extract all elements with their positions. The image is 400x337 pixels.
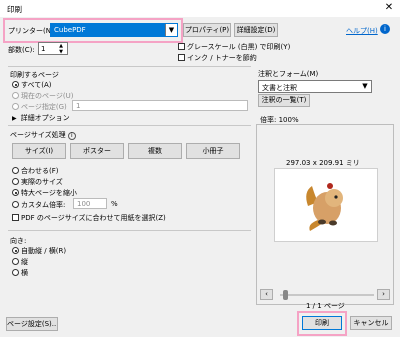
divider — [8, 230, 251, 231]
properties-button[interactable]: プロパティ(P) — [183, 23, 231, 37]
radio-icon[interactable] — [12, 189, 19, 196]
print-button[interactable]: 印刷 — [302, 316, 342, 330]
radio-icon[interactable] — [12, 258, 19, 265]
cancel-button[interactable]: キャンセル — [350, 316, 392, 330]
shrink-label: 特大ページを縮小 — [21, 189, 77, 197]
head-shape — [325, 189, 343, 207]
help-link[interactable]: ヘルプ(H) — [346, 26, 378, 36]
portrait-label: 縦 — [21, 258, 28, 266]
copies-input[interactable]: 1 ▲ ▼ — [38, 42, 68, 55]
sizing-section-title: ページサイズ処理 i — [10, 130, 76, 140]
pdf-paper-option[interactable]: PDF のページサイズに合わせて用紙を選択(Z) — [12, 213, 166, 223]
radio-icon[interactable] — [12, 269, 19, 276]
shrink-option[interactable]: 特大ページを縮小 — [12, 188, 77, 198]
paw-shape — [318, 219, 326, 225]
page-counter: 1 / 1 ページ — [306, 302, 345, 310]
page-slider-track[interactable] — [280, 294, 374, 296]
actual-size-option[interactable]: 実際のサイズ — [12, 177, 63, 187]
copies-label: 部数(C): — [8, 46, 35, 54]
landscape-label: 横 — [21, 269, 28, 277]
caret-right-icon: ▶ — [12, 115, 17, 122]
pages-all-label: すべて(A) — [21, 81, 52, 89]
tab-booklet[interactable]: 小冊子 — [186, 143, 240, 159]
radio-icon[interactable] — [12, 247, 19, 254]
divider — [8, 125, 251, 126]
page-setup-button[interactable]: ページ設定(S)... — [6, 317, 58, 331]
auto-orientation-label: 自動縦 / 横(R) — [21, 247, 67, 255]
page-range-input: 1 — [72, 100, 248, 111]
copies-value: 1 — [41, 45, 46, 53]
close-icon[interactable]: ✕ — [382, 2, 396, 15]
fit-option[interactable]: 合わせる(F) — [12, 166, 59, 176]
portrait-option[interactable]: 縦 — [12, 257, 28, 267]
tab-size[interactable]: サイズ(I) — [12, 143, 66, 159]
pages-current-label: 現在のページ(U) — [21, 92, 74, 100]
advanced-button[interactable]: 詳細設定(D) — [234, 23, 278, 37]
radio-icon — [12, 103, 19, 110]
divider — [8, 66, 251, 67]
help-icon[interactable]: i — [380, 24, 390, 34]
sizing-title: ページサイズ処理 — [10, 131, 66, 139]
custom-scale-option[interactable]: カスタム倍率: — [12, 200, 65, 210]
more-options-label: 詳細オプション — [20, 114, 70, 122]
printer-select[interactable]: CubePDF ▼ — [50, 23, 178, 37]
comments-select[interactable]: 文書と注釈 ▼ — [258, 80, 372, 93]
radio-icon — [12, 92, 19, 99]
prev-page-button[interactable]: ‹ — [260, 289, 273, 300]
landscape-option[interactable]: 横 — [12, 268, 28, 278]
comments-value: 文書と注釈 — [262, 84, 297, 92]
tab-poster[interactable]: ポスター — [70, 143, 124, 159]
custom-scale-label: カスタム倍率: — [21, 201, 66, 209]
pages-all-option[interactable]: すべて(A) — [12, 80, 51, 90]
radio-icon[interactable] — [12, 81, 19, 88]
chevron-down-icon: ▼ — [165, 24, 177, 36]
orientation-title: 向き: — [10, 237, 27, 245]
chevron-down-icon: ▼ — [362, 82, 368, 90]
document-image — [306, 183, 343, 231]
grayscale-checkbox[interactable] — [178, 43, 185, 50]
eye-shape — [334, 195, 338, 199]
pages-current-option: 現在のページ(U) — [12, 91, 73, 101]
paw-shape — [329, 220, 337, 226]
info-icon[interactable]: i — [67, 132, 76, 140]
radio-icon[interactable] — [12, 201, 19, 208]
tab-multiple[interactable]: 複数 — [128, 143, 182, 159]
grayscale-label: グレースケール (白黒) で印刷(Y) — [187, 43, 291, 51]
page-dimensions: 297.03 x 209.91 ミリ — [286, 159, 360, 167]
printer-label: プリンター(N): — [8, 27, 57, 35]
next-page-button[interactable]: › — [377, 289, 390, 300]
custom-scale-input: 100 — [73, 198, 107, 209]
radio-icon[interactable] — [12, 178, 19, 185]
grayscale-option[interactable]: グレースケール (白黒) で印刷(Y) — [178, 42, 290, 52]
fit-label: 合わせる(F) — [21, 167, 59, 175]
page-slider-thumb[interactable] — [283, 290, 288, 300]
pages-range-label: ページ指定(G) — [21, 103, 67, 111]
percent-label: % — [111, 200, 118, 208]
save-ink-label: インク / トナーを節約 — [187, 54, 257, 62]
pages-range-option: ページ指定(G) — [12, 102, 67, 112]
auto-orientation-option[interactable]: 自動縦 / 横(R) — [12, 246, 66, 256]
comments-label: 注釈とフォーム(M) — [258, 70, 319, 78]
comments-summary-button[interactable]: 注釈の一覧(T) — [258, 94, 310, 107]
save-ink-option[interactable]: インク / トナーを節約 — [178, 53, 257, 63]
window-title: 印刷 — [7, 5, 22, 14]
printer-value: CubePDF — [54, 26, 86, 34]
tuft-shape — [327, 183, 333, 189]
pdf-paper-label: PDF のページサイズに合わせて用紙を選択(Z) — [21, 214, 166, 222]
pdf-paper-checkbox[interactable] — [12, 214, 19, 221]
actual-size-label: 実際のサイズ — [21, 178, 63, 186]
spin-icon[interactable]: ▲ ▼ — [55, 43, 67, 55]
save-ink-checkbox[interactable] — [178, 54, 185, 61]
pages-section-title: 印刷するページ — [10, 71, 59, 79]
radio-icon[interactable] — [12, 167, 19, 174]
title-bar — [0, 0, 400, 17]
more-options[interactable]: ▶ 詳細オプション — [12, 113, 70, 123]
